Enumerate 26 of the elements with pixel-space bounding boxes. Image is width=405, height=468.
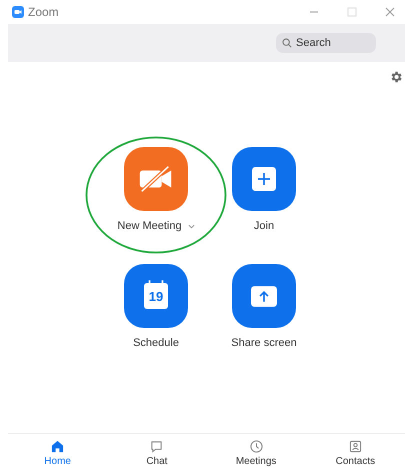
nav-tab[interactable]: Chat [107,434,206,468]
close-icon[interactable] [385,7,395,17]
settings-icon[interactable] [389,70,403,84]
share-screen-button[interactable] [232,264,296,328]
caret-icon[interactable] [188,224,195,228]
calendar-icon: 19 [144,283,168,309]
nav-tab[interactable]: Home [8,434,108,468]
nav-tab[interactable]: Meetings [206,434,306,468]
home-icon [51,440,64,453]
search-field[interactable]: Search [276,33,376,53]
join-button[interactable] [232,147,296,211]
upload-icon [251,286,277,306]
search-icon [282,38,292,48]
action-label: Schedule [133,337,179,349]
new-meeting-button[interactable] [124,147,188,211]
action-label: New Meeting [117,220,182,232]
clock-icon [250,440,263,453]
schedule-button[interactable]: 19 [124,264,188,328]
app-logo-icon [12,6,24,18]
action-label: Join [254,220,274,232]
nav-tab[interactable]: Contacts [306,434,405,468]
action-label: Share screen [231,337,297,349]
window-title: Zoom [28,5,59,19]
contact-icon [348,440,362,453]
plus-icon [252,167,276,191]
chat-icon [150,440,164,453]
